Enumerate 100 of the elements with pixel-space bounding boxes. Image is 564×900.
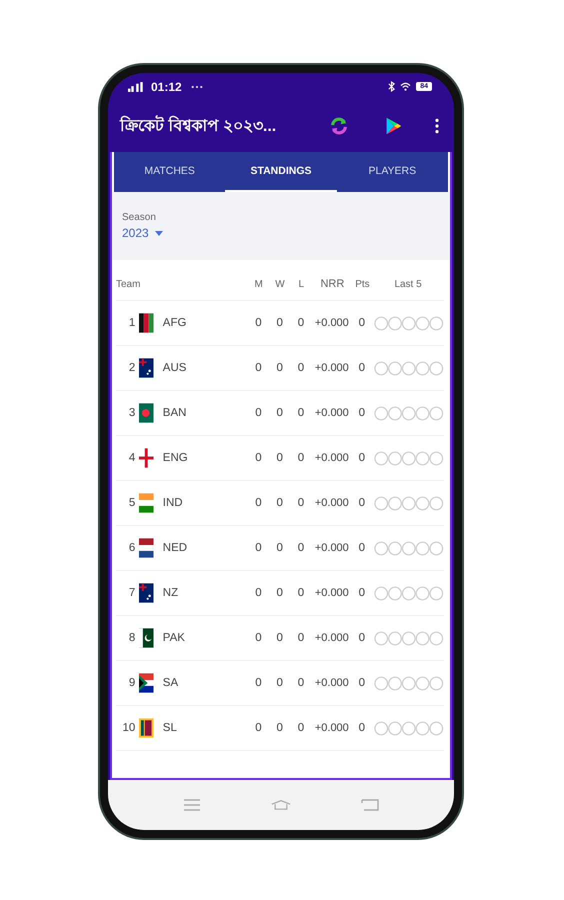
- rank-cell-text: 9: [128, 677, 136, 689]
- team-cell-text: AUS: [162, 362, 188, 374]
- rank-cell-text: 4: [128, 452, 136, 464]
- table-cell-text: +0.000: [314, 722, 350, 734]
- rank-cell-text: 6: [128, 542, 136, 554]
- flag-icon: [139, 448, 154, 468]
- table-cell-text: 0: [358, 677, 366, 689]
- last-five-icon: [374, 540, 444, 556]
- rank-cell-text: 5: [128, 497, 136, 509]
- table-cell-text: 0: [254, 542, 263, 554]
- table-cell-text: 0: [296, 452, 306, 464]
- team-cell-text: IND: [162, 497, 184, 509]
- column-header: L: [298, 278, 306, 290]
- table-cell-text: +0.000: [314, 542, 350, 554]
- team-cell-text: SL: [162, 722, 178, 734]
- last-five-icon: [374, 586, 444, 600]
- table-cell-text: 0: [254, 497, 263, 509]
- table-cell-text: +0.000: [314, 362, 350, 374]
- table-cell-text: +0.000: [314, 497, 350, 509]
- flag-icon: [139, 493, 154, 513]
- table-cell-text: 0: [254, 677, 263, 689]
- rank-cell-text: 2: [128, 362, 136, 374]
- last-five-icon: [374, 496, 444, 510]
- table-cell-text: 0: [358, 722, 366, 734]
- rank-cell-text: 1: [128, 317, 136, 329]
- table-cell-text: 0: [275, 317, 284, 329]
- table-cell-text: 0: [296, 677, 306, 689]
- table-cell-text: 0: [358, 497, 366, 509]
- table-cell-text: +0.000: [314, 587, 350, 599]
- column-header: W: [274, 278, 286, 290]
- season-dropdown[interactable]: 2023: [122, 226, 163, 240]
- table-cell-text: 0: [296, 587, 306, 599]
- table-cell-text: 0: [254, 452, 263, 464]
- rank-cell-text: 7: [128, 587, 136, 599]
- flag-icon: [139, 718, 154, 738]
- more-icon: [190, 84, 203, 88]
- team-cell-text: SA: [162, 677, 180, 689]
- table-cell-text: 0: [275, 452, 284, 464]
- table-cell-text: 0: [275, 587, 284, 599]
- tab[interactable]: PLAYERS: [336, 152, 448, 192]
- column-header: Pts: [354, 278, 371, 290]
- table-cell-text: 0: [254, 362, 263, 374]
- table-cell-text: 0: [254, 317, 263, 329]
- caret-icon: [154, 230, 163, 236]
- team-cell-text: BAN: [162, 407, 188, 419]
- column-header: Last 5: [393, 278, 423, 290]
- table-cell-text: 0: [296, 722, 306, 734]
- table-cell-text: 0: [296, 407, 306, 419]
- status-time: 01:12: [151, 80, 182, 94]
- table-cell-text: 0: [296, 497, 306, 509]
- flag-icon: [139, 628, 154, 648]
- table-cell-text: 0: [296, 317, 306, 329]
- table-cell-text: +0.000: [314, 632, 350, 644]
- table-cell-text: 0: [275, 632, 284, 644]
- last-five-icon: [374, 676, 444, 690]
- flag-icon: [139, 313, 154, 333]
- last-five-icon: [374, 406, 444, 420]
- app-title: ক্রিকেট বিশ্বকাপ ২০২৩...: [120, 112, 308, 140]
- table-cell-text: +0.000: [314, 452, 350, 464]
- wifi-icon: [400, 82, 412, 91]
- table-cell-text: 0: [275, 542, 284, 554]
- table-cell-text: 0: [296, 362, 306, 374]
- flag-icon: [139, 358, 154, 378]
- flag-icon: [139, 403, 154, 423]
- last-five-icon: [374, 720, 444, 736]
- table-cell-text: 0: [358, 452, 366, 464]
- flag-icon: [139, 583, 154, 603]
- flag-icon: [139, 538, 154, 558]
- table-cell-text: 0: [358, 587, 366, 599]
- table-cell-text: 0: [254, 632, 263, 644]
- team-cell-text: PAK: [162, 632, 186, 644]
- table-cell-text: 0: [254, 587, 263, 599]
- menu-icon[interactable]: [434, 118, 440, 134]
- column-header: NRR: [319, 278, 346, 290]
- last-five-icon: [374, 450, 444, 466]
- tab[interactable]: MATCHES: [114, 152, 226, 192]
- table-cell-text: 0: [296, 632, 306, 644]
- refresh-icon[interactable]: [328, 115, 350, 137]
- table-cell-text: 0: [275, 722, 284, 734]
- table-cell-text: 0: [254, 722, 263, 734]
- table-cell-text: 0: [358, 407, 366, 419]
- table-cell-text: +0.000: [314, 677, 350, 689]
- table-cell-text: +0.000: [314, 317, 350, 329]
- table-cell-text: 0: [275, 362, 284, 374]
- bluetooth-icon: [388, 81, 396, 92]
- team-cell-text: NED: [162, 542, 188, 554]
- table-cell-text: +0.000: [314, 407, 350, 419]
- table-cell-text: 0: [254, 407, 263, 419]
- table-cell-text: 0: [275, 407, 284, 419]
- table-cell-text: 0: [358, 317, 366, 329]
- team-cell-text: AFG: [162, 317, 188, 329]
- table-cell-text: 0: [275, 497, 284, 509]
- last-five-icon: [374, 630, 444, 646]
- table-cell-text: 0: [358, 362, 366, 374]
- table-cell-text: 0: [275, 677, 284, 689]
- rank-cell-text: 8: [128, 632, 136, 644]
- column-header: Team: [116, 278, 142, 290]
- last-five-icon: [374, 360, 444, 376]
- flag-icon: [139, 673, 154, 693]
- table-cell-text: 0: [296, 542, 306, 554]
